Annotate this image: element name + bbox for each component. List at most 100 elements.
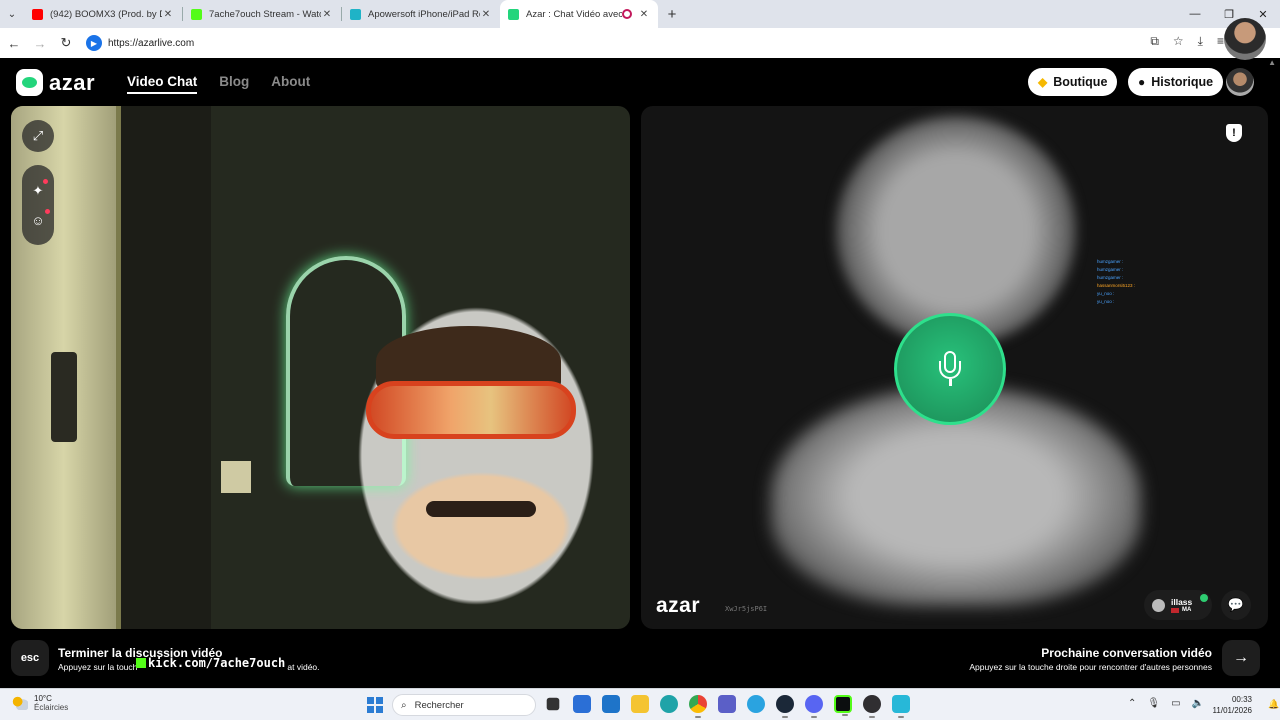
morocco-flag-icon [1171,607,1179,613]
chat-line: humzgamer : [1097,267,1124,272]
streamer-profile-overlay [1224,18,1266,60]
reading-list-icon[interactable]: ≡ [1217,34,1224,49]
next-chat-subtitle: Appuyez sur la touche droite pour rencon… [969,662,1212,672]
kick-logo-icon [136,658,146,668]
clock-time: 00:33 [1231,695,1252,704]
notification-icon[interactable]: 🔔 [1268,699,1279,710]
chat-message-button[interactable]: 💬 [1221,590,1251,620]
reload-icon[interactable]: ↻ [54,35,78,51]
forward-icon[interactable]: → [28,36,52,51]
end-chat-subtitle-right: at vidéo. [287,662,320,672]
taskbar-clock[interactable]: 00:33 11/01/2026 [1208,694,1252,716]
effects-toolbar: ✦ ☺ [22,165,54,245]
next-chat-title: Prochaine conversation vidéo [1041,646,1212,660]
nav-video-chat[interactable]: Video Chat [127,74,198,94]
main-nav: Video Chat Blog About [127,74,310,94]
apowersoft-recorder-icon[interactable] [892,695,910,718]
boutique-button[interactable]: ◆ Boutique [1028,68,1118,96]
browser-tab-active[interactable]: Azar : Chat Vidéo avec de n ✕ [500,0,658,28]
bookmark-star-icon[interactable]: ☆ [1173,34,1184,49]
discord-icon[interactable] [805,695,823,718]
download-icon[interactable]: ⤓ [1198,34,1203,49]
partner-info: ilIass MA [1171,597,1192,613]
microsoft-store-icon[interactable] [573,695,591,713]
tray-overflow-icon[interactable]: ⌃ [1128,698,1136,709]
tab-title: (942) BOOMX3 (Prod. by Dawe [50,8,162,20]
browser-tab[interactable]: (942) BOOMX3 (Prod. by Dawe ✕ [24,0,182,28]
voice-only-indicator [894,313,1006,425]
teams-icon[interactable] [718,695,736,713]
weather-widget[interactable]: 10°C Éclaircies [12,694,68,712]
self-video-feed [11,106,630,629]
apowersoft-favicon-icon [350,8,361,20]
outlook-icon[interactable] [602,695,620,713]
partner-profile-pill[interactable]: ilIass MA [1144,590,1212,620]
tab-title: Azar : Chat Vidéo avec de n [526,8,622,20]
tab-title: Apowersoft iPhone/iPad Recor [368,8,480,20]
tab-search-button[interactable]: ⌄ [0,0,24,28]
taskbar-search[interactable]: ⌕ Rechercher [392,694,536,716]
weather-temperature: 10°C [34,694,52,703]
close-tab-icon[interactable]: ✕ [321,9,333,20]
tab-title: 7ache7ouch Stream - Watch Li [209,8,321,20]
tray-microphone-icon[interactable]: 🎙 [1147,698,1160,709]
user-avatar[interactable] [1226,68,1254,96]
azar-favicon-icon [508,8,519,20]
site-info-icon[interactable]: ▶ [86,35,102,51]
face-filter-icon[interactable]: ☺ [31,208,50,228]
expand-view-button[interactable]: ⤢ [22,120,54,152]
volume-icon[interactable]: 🔈 [1192,698,1204,709]
video-mustache [426,501,536,517]
browser-tab-bar: ⌄ (942) BOOMX3 (Prod. by Dawe ✕ 7ache7ou… [0,0,1280,28]
next-chat-button[interactable]: → [1222,640,1260,676]
address-bar: ← → ↻ ▶ https://azarlive.com ⧉ ☆ ⤓ ≡ [0,28,1280,58]
recording-indicator-icon [622,9,632,19]
close-tab-icon[interactable]: ✕ [638,9,650,20]
close-tab-icon[interactable]: ✕ [480,9,492,20]
gem-icon: ◆ [1038,75,1048,89]
chrome-icon[interactable] [689,695,707,718]
network-icon[interactable]: ▭ [1171,698,1180,709]
weather-description: Éclaircies [34,703,69,712]
minimize-icon[interactable]: — [1178,0,1212,28]
new-tab-button[interactable]: + [658,0,686,28]
system-tray: ⌃ 🎙 ▭ 🔈 [1128,698,1204,709]
partner-country-code: MA [1182,607,1192,613]
partner-country: MA [1171,607,1192,613]
sparkle-effects-icon[interactable]: ✦ [33,178,49,199]
stream-chat-overlay: humzgamer : humzgamer : humzgamer : hass… [1097,258,1135,306]
nav-blog[interactable]: Blog [219,74,249,94]
history-button[interactable]: ● Historique [1128,68,1224,96]
telegram-icon[interactable] [747,695,765,713]
microphone-icon [939,351,961,387]
obs-icon[interactable] [863,695,881,718]
url-field[interactable]: ▶ https://azarlive.com [86,32,1126,54]
partly-cloudy-icon [12,696,28,710]
verified-badge-icon [1200,594,1208,602]
edge-icon[interactable] [660,695,678,713]
esc-end-button[interactable]: esc [11,640,49,676]
kick-favicon-icon [191,8,202,20]
browser-tab[interactable]: Apowersoft iPhone/iPad Recor ✕ [342,0,500,28]
cast-icon[interactable]: ⧉ [1150,34,1159,49]
partner-video-feed: ! humzgamer : humzgamer : humzgamer : ha… [641,106,1268,629]
azar-logo[interactable]: azar [16,69,95,96]
chat-bubble-icon: 💬 [1227,597,1245,612]
nav-about[interactable]: About [271,74,310,94]
close-tab-icon[interactable]: ✕ [162,9,174,20]
expand-icon: ⤢ [32,128,44,143]
file-explorer-icon[interactable] [631,695,649,713]
scrollbar-up-icon[interactable]: ▲ [1268,58,1276,67]
task-view-icon[interactable] [546,697,560,711]
steam-icon[interactable] [776,695,794,718]
chat-line: hassanmorsi5123 : [1097,283,1136,288]
session-id: XwJr5jsP6I [725,605,768,613]
azar-logo-icon [16,69,43,96]
back-icon[interactable]: ← [2,36,26,51]
browser-tab[interactable]: 7ache7ouch Stream - Watch Li ✕ [183,0,341,28]
start-button[interactable] [367,697,383,713]
video-sunglasses [366,381,576,439]
kick-app-icon[interactable] [834,695,852,716]
report-icon[interactable]: ! [1226,124,1242,142]
partner-avatar [1152,598,1165,612]
